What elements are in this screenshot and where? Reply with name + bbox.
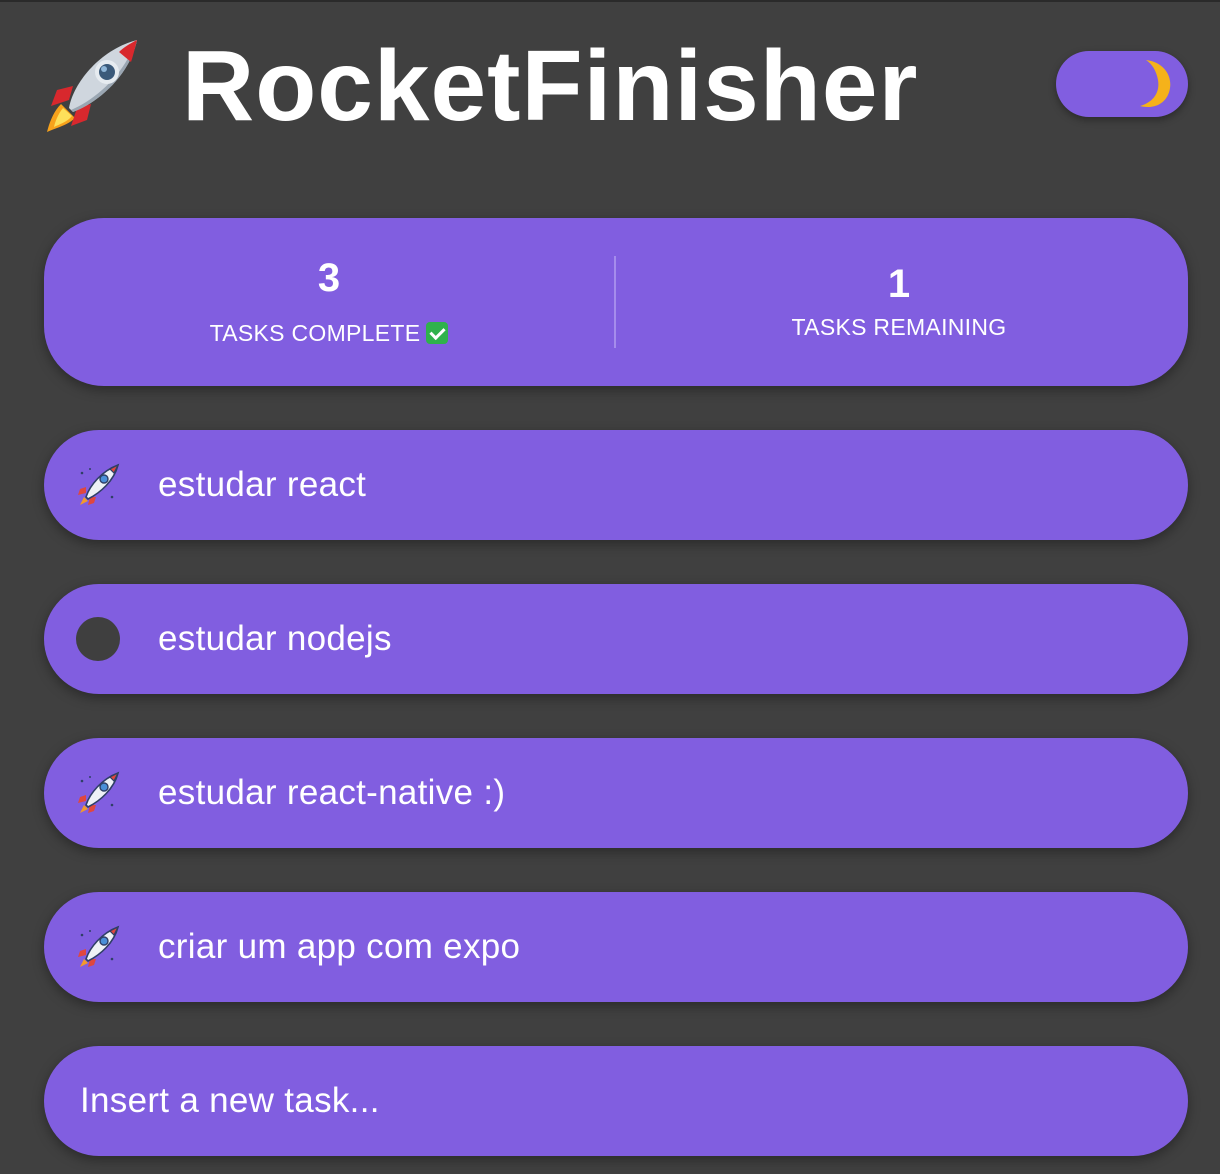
rocket-icon xyxy=(78,463,120,505)
app-header: RocketFinisher xyxy=(40,30,1190,140)
tasks-remaining-label: TASKS REMAINING xyxy=(791,314,1007,340)
task-item[interactable]: estudar nodejs xyxy=(44,584,1188,694)
task-item[interactable]: estudar react-native :) xyxy=(44,738,1188,848)
circle-icon[interactable] xyxy=(76,617,120,661)
tasks-complete-label: TASKS COMPLETE xyxy=(209,320,421,346)
task-text: estudar react xyxy=(158,465,367,504)
tasks-remaining-count: 1 xyxy=(887,262,911,306)
task-item[interactable]: estudar react xyxy=(44,430,1188,540)
task-list: estudar react estudar nodejs estudar rea… xyxy=(44,430,1188,1046)
task-text: estudar nodejs xyxy=(158,619,392,658)
stats-card: 3 TASKS COMPLETE 1 TASKS REMAINING xyxy=(44,218,1188,386)
tasks-remaining-stat: 1 TASKS REMAINING xyxy=(614,218,1184,386)
rocket-icon xyxy=(78,925,120,967)
tasks-complete-stat: 3 TASKS COMPLETE xyxy=(44,218,614,386)
rocket-icon xyxy=(47,40,137,132)
theme-toggle[interactable] xyxy=(1056,51,1188,117)
moon-icon xyxy=(1140,60,1171,108)
task-item[interactable]: criar um app com expo xyxy=(44,892,1188,1002)
new-task-bar xyxy=(44,1046,1188,1156)
task-text: estudar react-native :) xyxy=(158,773,506,812)
rocket-icon xyxy=(78,771,120,813)
check-mark-icon xyxy=(426,322,449,344)
new-task-input[interactable] xyxy=(80,1046,1140,1156)
tasks-complete-count: 3 xyxy=(317,256,341,300)
task-text: criar um app com expo xyxy=(158,927,521,966)
app-title: RocketFinisher xyxy=(182,30,919,142)
tasks-complete-label-wrap: TASKS COMPLETE xyxy=(44,320,614,346)
